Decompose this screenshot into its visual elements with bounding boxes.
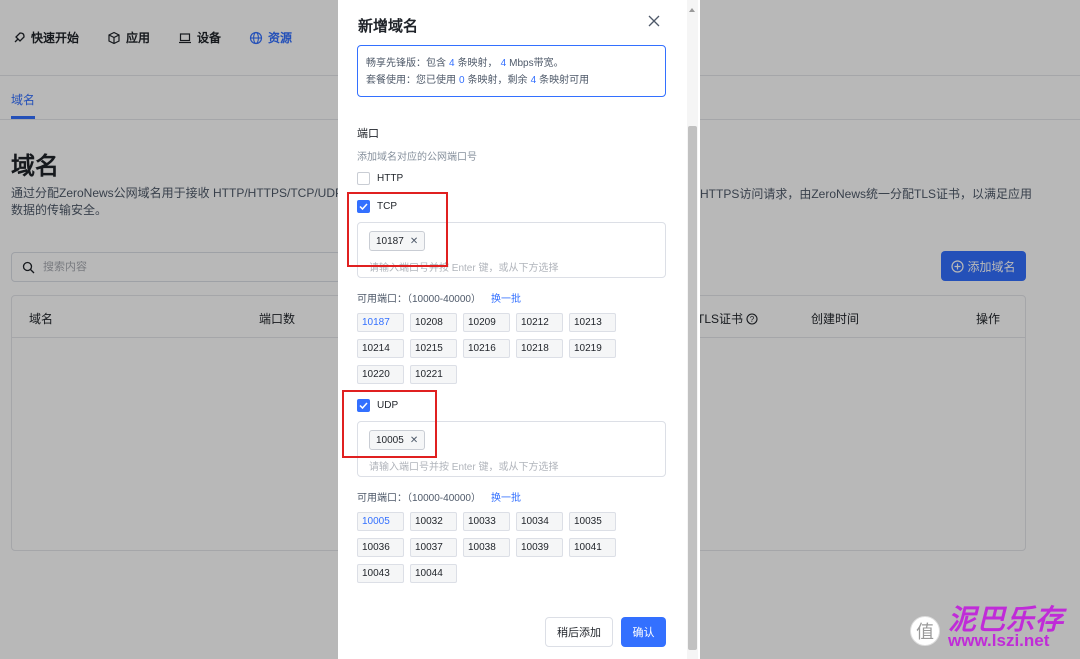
udp-port-option[interactable]: 10037 (410, 538, 457, 557)
tcp-port-option[interactable]: 10218 (516, 339, 563, 358)
http-checkbox-row[interactable]: HTTP (357, 172, 403, 185)
udp-refresh-link[interactable]: 换一批 (491, 489, 521, 504)
watermark-badge: 值 (910, 616, 940, 646)
tcp-port-option[interactable]: 10214 (357, 339, 404, 358)
tcp-available-row: 可用端口：（10000-40000） 换一批 (357, 290, 521, 305)
confirm-button[interactable]: 确认 (621, 617, 666, 647)
port-section-hint: 添加域名对应的公网端口号 (357, 152, 477, 163)
udp-port-option[interactable]: 10039 (516, 538, 563, 557)
close-icon[interactable] (648, 15, 660, 27)
port-section-label: 端口 (357, 128, 379, 140)
highlight-box-tcp (347, 192, 448, 267)
udp-port-option[interactable]: 10033 (463, 512, 510, 531)
udp-port-option[interactable]: 10044 (410, 564, 457, 583)
tcp-port-option[interactable]: 10216 (463, 339, 510, 358)
modal-scrollbar[interactable] (687, 0, 698, 659)
udp-port-option[interactable]: 10041 (569, 538, 616, 557)
scroll-thumb[interactable] (688, 126, 697, 650)
tcp-port-option[interactable]: 10209 (463, 313, 510, 332)
udp-available-label: 可用端口：（10000-40000） (357, 493, 481, 504)
udp-available-row: 可用端口：（10000-40000） 换一批 (357, 489, 521, 504)
tcp-port-option[interactable]: 10212 (516, 313, 563, 332)
tcp-port-option[interactable]: 10208 (410, 313, 457, 332)
watermark-url: www.lszi.net (948, 631, 1050, 650)
http-checkbox[interactable] (357, 172, 370, 185)
tcp-refresh-link[interactable]: 换一批 (491, 290, 521, 305)
scroll-up-arrow[interactable] (689, 8, 695, 12)
modal-header: 新增域名 (338, 0, 700, 44)
udp-input-placeholder: 请输入端口号并按 Enter 键，或从下方选择 (369, 462, 559, 473)
highlight-box-udp (342, 390, 437, 458)
udp-port-option[interactable]: 10034 (516, 512, 563, 531)
watermark: 值 泥巴乐存 www.lszi.net (910, 568, 1080, 659)
tcp-port-option[interactable]: 10221 (410, 365, 457, 384)
tcp-port-option[interactable]: 10220 (357, 365, 404, 384)
plan-info-line1: 畅享先锋版：包含 4 条映射， 4 Mbps带宽。 (366, 58, 564, 69)
add-domain-modal: 新增域名 畅享先锋版：包含 4 条映射， 4 Mbps带宽。 套餐使用：您已使用 0 条映射… (338, 0, 700, 659)
plan-info-box: 畅享先锋版：包含 4 条映射， 4 Mbps带宽。 套餐使用：您已使用 0 条映射，剩余 4 条… (357, 45, 666, 97)
udp-port-option[interactable]: 10038 (463, 538, 510, 557)
plan-info-line2: 套餐使用：您已使用 0 条映射，剩余 4 条映射可用 (366, 75, 590, 86)
http-label: HTTP (377, 173, 404, 184)
udp-port-option[interactable]: 10036 (357, 538, 404, 557)
add-later-button[interactable]: 稍后添加 (545, 617, 613, 647)
udp-port-option[interactable]: 10035 (569, 512, 616, 531)
modal-title: 新增域名 (358, 18, 419, 35)
tcp-port-option[interactable]: 10219 (569, 339, 616, 358)
tcp-port-option[interactable]: 10215 (410, 339, 457, 358)
tcp-port-option[interactable]: 10213 (569, 313, 616, 332)
tcp-port-option[interactable]: 10187 (357, 313, 404, 332)
udp-port-option[interactable]: 10043 (357, 564, 404, 583)
udp-port-option[interactable]: 10005 (357, 512, 404, 531)
tcp-available-label: 可用端口：（10000-40000） (357, 294, 481, 305)
udp-port-option[interactable]: 10032 (410, 512, 457, 531)
